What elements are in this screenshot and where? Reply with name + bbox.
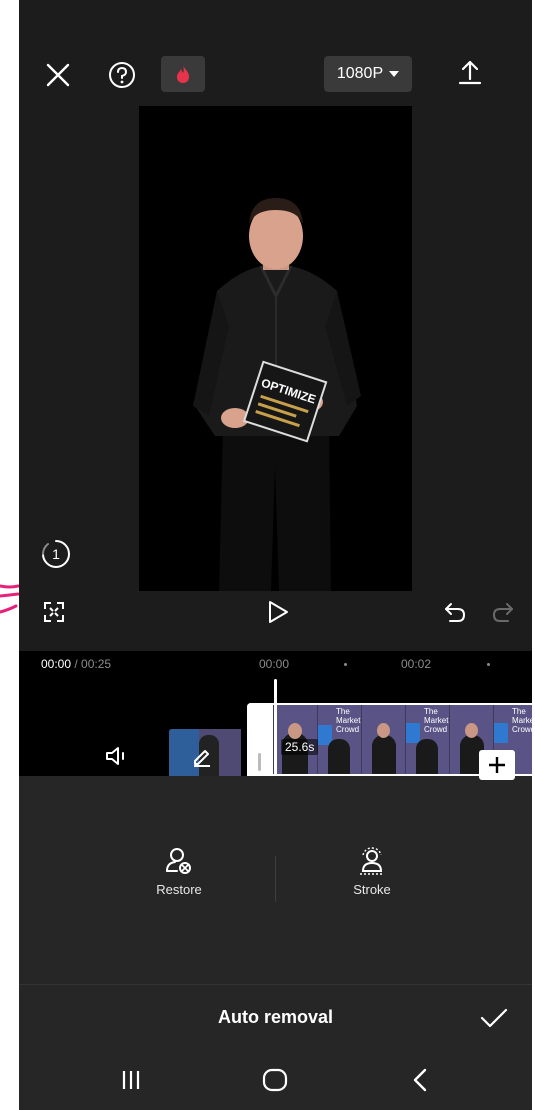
caret-down-icon — [389, 71, 400, 77]
back-button[interactable] — [407, 1066, 435, 1094]
fullscreen-icon — [44, 602, 64, 622]
bottom-bar: Auto removal — [19, 984, 532, 1050]
home-icon — [262, 1068, 288, 1092]
undo-button[interactable] — [441, 598, 469, 626]
check-icon — [480, 1008, 508, 1028]
play-icon — [269, 601, 288, 623]
close-button[interactable] — [41, 58, 75, 92]
top-bar: 1080P — [19, 0, 532, 106]
pro-button[interactable] — [161, 56, 205, 92]
stroke-label: Stroke — [353, 882, 391, 897]
restore-label: Restore — [156, 882, 202, 897]
redo-icon — [492, 603, 513, 622]
clip-duration: 25.6s — [281, 739, 319, 755]
history-count: 1 — [52, 546, 60, 562]
total-time: / 00:25 — [74, 657, 112, 671]
export-button[interactable] — [455, 56, 485, 88]
close-icon — [46, 63, 70, 87]
stroke-icon — [360, 847, 384, 875]
person-figure: OPTIMIZE — [193, 198, 361, 591]
app-screen: 1080P OPTIMIZE 1 00:00 / 00:25 00:00 00:… — [19, 0, 532, 1110]
add-clip-button[interactable] — [479, 750, 515, 780]
flame-icon — [177, 65, 189, 83]
panel-title: Auto removal — [217, 1007, 334, 1027]
resolution-selector[interactable]: 1080P — [324, 56, 412, 92]
stroke-tool[interactable]: Stroke — [312, 846, 432, 897]
home-button[interactable] — [261, 1066, 289, 1094]
annotation-mark — [0, 584, 20, 614]
video-preview[interactable]: OPTIMIZE — [139, 106, 412, 591]
preview-area: OPTIMIZE 1 — [19, 106, 532, 651]
export-icon — [458, 60, 482, 85]
confirm-button[interactable] — [477, 1001, 511, 1035]
tool-divider — [275, 856, 276, 902]
help-icon — [109, 62, 135, 88]
play-button[interactable] — [263, 597, 293, 627]
back-icon — [413, 1068, 427, 1092]
tick-dot — [344, 663, 347, 666]
tick-label: 00:02 — [401, 657, 432, 671]
tick-label: 00:00 — [259, 657, 290, 671]
history-button[interactable]: 1 — [39, 537, 73, 571]
edit-clip-button[interactable] — [185, 739, 219, 773]
edit-icon — [194, 750, 210, 767]
time-readout: 00:00 / 00:25 — [41, 657, 111, 671]
tick-dot — [487, 663, 490, 666]
history-icon: 1 — [42, 540, 70, 568]
help-button[interactable] — [105, 58, 139, 92]
volume-icon — [106, 747, 124, 765]
mute-audio-button[interactable] — [103, 743, 129, 769]
current-time: 00:00 — [41, 657, 72, 671]
previous-clip[interactable] — [169, 729, 241, 776]
recents-button[interactable] — [117, 1066, 145, 1094]
fullscreen-button[interactable] — [39, 597, 69, 627]
undo-icon — [445, 603, 466, 622]
restore-tool[interactable]: Restore — [119, 846, 239, 897]
resolution-label: 1080P — [336, 65, 384, 82]
tools-panel: Restore Stroke — [19, 776, 532, 984]
system-nav-bar — [19, 1050, 532, 1110]
recents-icon — [122, 1071, 140, 1089]
redo-button[interactable] — [489, 598, 517, 626]
timeline[interactable]: 00:00 / 00:25 00:00 00:02 The Market Cro… — [19, 651, 532, 780]
add-icon — [489, 757, 505, 773]
restore-icon — [166, 848, 191, 874]
playhead[interactable] — [274, 679, 277, 776]
